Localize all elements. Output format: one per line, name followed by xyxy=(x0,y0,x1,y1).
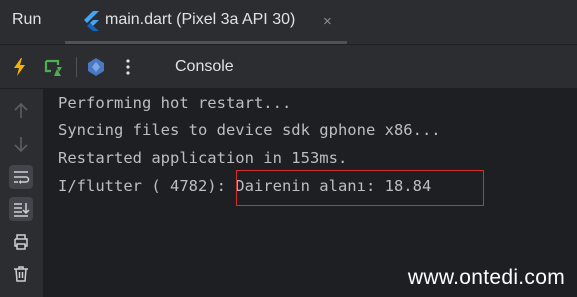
run-toolbar: Console xyxy=(0,45,577,88)
print-icon[interactable] xyxy=(9,230,33,254)
highlight-annotation-box xyxy=(236,170,484,206)
run-config-tab[interactable]: main.dart (Pixel 3a API 30) × xyxy=(65,0,347,44)
more-options-icon[interactable] xyxy=(117,56,139,78)
arrow-down-icon[interactable] xyxy=(9,132,33,156)
arrow-up-icon[interactable] xyxy=(9,99,33,123)
console-line: Restarted application in 153ms. xyxy=(58,149,348,167)
dart-devtools-icon[interactable] xyxy=(85,56,107,78)
console-line: Syncing files to device sdk gphone x86..… xyxy=(58,121,441,139)
console-side-toolbar xyxy=(0,89,43,297)
flutter-icon xyxy=(84,11,99,31)
hot-reload-icon[interactable] xyxy=(9,56,31,78)
hot-restart-icon[interactable] xyxy=(42,56,64,78)
run-config-tab-label: main.dart (Pixel 3a API 30) xyxy=(105,11,296,28)
close-tab-icon[interactable]: × xyxy=(323,13,332,30)
soft-wrap-icon[interactable] xyxy=(9,165,33,189)
watermark: www.ontedi.com xyxy=(407,266,565,289)
run-tool-window-title[interactable]: Run xyxy=(12,11,41,29)
scroll-to-end-icon[interactable] xyxy=(9,197,33,221)
tool-window-header: Run main.dart (Pixel 3a API 30) × xyxy=(0,0,577,44)
console-tab[interactable]: Console xyxy=(175,58,234,76)
toolbar-separator xyxy=(76,57,77,77)
trash-icon[interactable] xyxy=(9,262,33,286)
console-line: Performing hot restart... xyxy=(58,94,292,112)
